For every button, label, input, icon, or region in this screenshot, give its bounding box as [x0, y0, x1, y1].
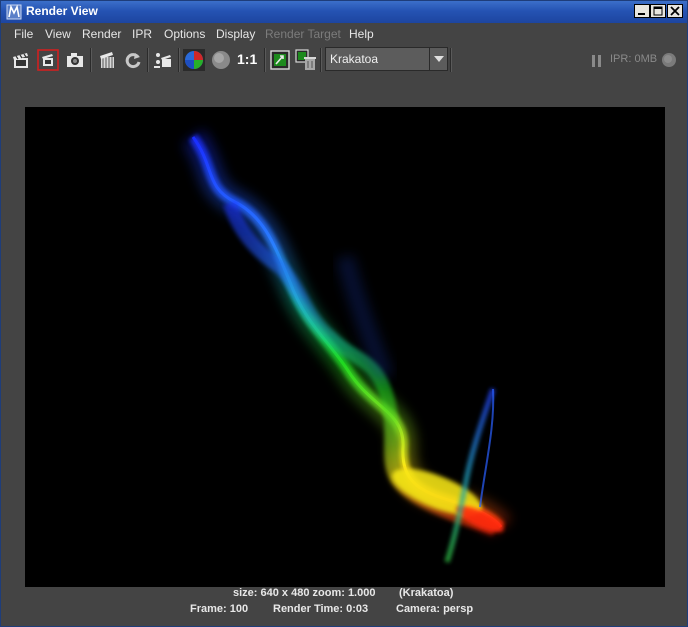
menu-display[interactable]: Display	[216, 27, 255, 41]
refresh-ipr-button[interactable]	[122, 49, 144, 71]
toolbar-separator	[450, 48, 452, 72]
maximize-button[interactable]	[650, 4, 666, 18]
ipr-render-button[interactable]	[96, 49, 118, 71]
close-button[interactable]	[667, 4, 683, 18]
menu-render-target: Render Target	[265, 27, 341, 41]
render-size-zoom: size: 640 x 480 zoom: 1.000	[233, 587, 376, 599]
rendered-image[interactable]	[25, 107, 665, 587]
redo-render-button[interactable]	[10, 49, 32, 71]
maximize-icon	[653, 6, 663, 16]
maya-app-icon	[6, 4, 22, 20]
pause-ipr-button[interactable]	[590, 53, 604, 72]
menu-render[interactable]: Render	[82, 27, 121, 41]
render-renderer-name: (Krakatoa)	[399, 587, 454, 599]
dropdown-arrow-icon[interactable]	[429, 48, 447, 70]
minimize-button[interactable]	[634, 4, 650, 18]
title-bar[interactable]: Render View	[1, 1, 687, 23]
menu-options[interactable]: Options	[164, 27, 205, 41]
ipr-memory-status: IPR: 0MB	[610, 53, 658, 65]
toolbar-separator	[90, 48, 92, 72]
render-region-button[interactable]	[37, 49, 59, 71]
render-settings-icon	[154, 53, 171, 68]
render-region-icon	[37, 49, 59, 71]
alpha-channel-icon	[212, 51, 230, 69]
keep-image-icon	[270, 50, 290, 70]
renderer-dropdown[interactable]: Krakatoa	[325, 47, 448, 71]
render-camera: Camera: persp	[396, 603, 474, 615]
ipr-clapper-icon	[100, 52, 114, 68]
render-time: Render Time: 0:03	[273, 603, 369, 615]
render-frame: Frame: 100	[190, 603, 249, 615]
window-title: Render View	[26, 4, 98, 18]
toolbar-separator	[147, 48, 149, 72]
status-light-icon	[662, 53, 676, 67]
toolbar-separator	[178, 48, 180, 72]
display-alpha-button[interactable]	[210, 49, 232, 71]
display-rgb-button[interactable]	[183, 49, 205, 71]
remove-image-button[interactable]	[295, 49, 317, 71]
minimize-icon	[638, 13, 645, 15]
toolbar-separator	[320, 48, 322, 72]
ipr-status-indicator	[660, 51, 678, 73]
menu-file[interactable]: File	[14, 27, 33, 41]
renderer-dropdown-value: Krakatoa	[330, 52, 379, 66]
render-view-window: Render View File View Render IPR Options…	[0, 0, 688, 627]
toolbar-separator	[264, 48, 266, 72]
refresh-icon	[125, 53, 141, 69]
clapper-icon	[13, 53, 28, 68]
render-settings-button[interactable]	[152, 49, 174, 71]
zoom-actual-size-button[interactable]: 1:1	[237, 51, 257, 67]
menu-help[interactable]: Help	[349, 27, 374, 41]
rgb-channels-icon	[183, 49, 205, 71]
menu-ipr[interactable]: IPR	[132, 27, 152, 41]
menu-view[interactable]: View	[45, 27, 71, 41]
camera-icon	[67, 53, 83, 67]
close-icon	[670, 6, 680, 16]
particle-render-image	[182, 129, 512, 563]
menu-bar: File View Render IPR Options Display Ren…	[1, 23, 687, 45]
keep-image-button[interactable]	[269, 49, 291, 71]
snapshot-button[interactable]	[64, 49, 86, 71]
remove-image-icon	[295, 49, 316, 70]
pause-icon	[592, 55, 601, 67]
